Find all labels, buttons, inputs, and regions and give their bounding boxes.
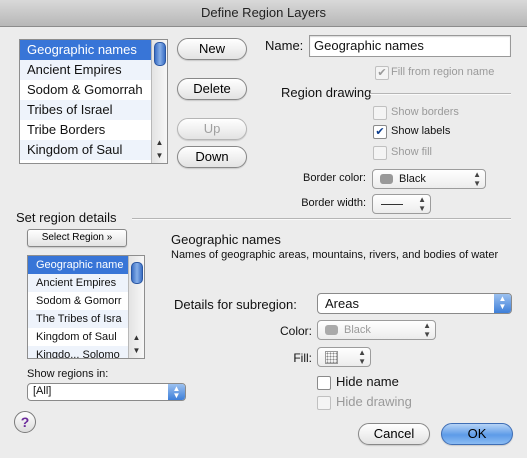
updown-arrows-icon: ▲ ▼ — [423, 321, 431, 339]
subregion-label: Details for subregion: — [174, 297, 297, 312]
updown-arrows-icon: ▲ ▼ — [418, 195, 426, 213]
region-info-description: Names of geographic areas, mountains, ri… — [171, 249, 499, 261]
layers-list[interactable]: Geographic names Ancient Empires Sodom & G… — [19, 39, 168, 164]
border-width-popup[interactable]: ▲ ▼ — [372, 194, 431, 214]
region-list-item[interactable]: Kingdom of Saul — [28, 328, 144, 346]
cancel-button[interactable]: Cancel — [358, 423, 430, 445]
layer-list-item[interactable]: Ancient Empires — [20, 60, 167, 80]
region-drawing-separator — [370, 93, 511, 95]
scroll-down-arrow-icon[interactable]: ▼ — [152, 150, 167, 162]
region-details-separator — [132, 218, 511, 220]
color-label: Color: — [279, 324, 312, 338]
hide-name-label: Hide name — [336, 374, 399, 389]
region-info-title: Geographic names — [171, 232, 281, 247]
name-label: Name: — [265, 38, 304, 53]
updown-arrows-icon: ▲ ▼ — [473, 170, 481, 188]
window-title: Define Region Layers — [200, 5, 327, 20]
subregion-value: Areas — [325, 296, 359, 311]
up-button[interactable]: Up — [177, 118, 247, 140]
layer-list-item[interactable]: Tribes of Israel — [20, 100, 167, 120]
regions-scroll-thumb[interactable] — [131, 262, 143, 284]
fill-pattern-icon — [325, 351, 338, 364]
show-fill-checkbox[interactable] — [373, 146, 387, 160]
border-width-label: Border width: — [301, 197, 366, 209]
show-regions-in-value: [All] — [33, 385, 52, 397]
region-list-item[interactable]: Sodom & Gomorr — [28, 292, 144, 310]
show-borders-checkbox[interactable] — [373, 106, 387, 120]
border-color-label: Border color: — [303, 172, 366, 184]
regions-list[interactable]: Geographic name Ancient Empires Sodom & Go… — [27, 255, 145, 359]
region-details-heading: Set region details — [16, 210, 117, 225]
down-button[interactable]: Down — [177, 146, 247, 168]
hide-drawing-label: Hide drawing — [336, 394, 412, 409]
layer-list-item[interactable]: Sodom & Gomorrah — [20, 80, 167, 100]
layers-list-scrollbar[interactable]: ▲ ▼ — [151, 40, 167, 163]
region-list-item[interactable]: Kingdo... Solomo — [28, 346, 144, 358]
line-width-icon — [381, 204, 403, 205]
layer-list-item[interactable]: Geographic names — [20, 40, 167, 60]
color-swatch-icon — [380, 174, 393, 184]
show-labels-label: Show labels — [391, 125, 451, 137]
fill-label: Fill: — [293, 351, 312, 365]
fill-popup[interactable]: ▲ ▼ — [317, 347, 371, 367]
scroll-up-arrow-icon[interactable]: ▲ — [152, 137, 167, 149]
delete-button[interactable]: Delete — [177, 78, 247, 100]
border-color-value: Black — [399, 173, 426, 185]
color-swatch-icon — [325, 325, 338, 335]
help-button[interactable]: ? — [14, 411, 36, 433]
regions-list-scrollbar[interactable]: ▲ ▼ — [128, 256, 144, 358]
ok-button[interactable]: OK — [441, 423, 513, 445]
fill-from-region-checkbox[interactable]: ✔ — [375, 66, 389, 80]
name-field[interactable]: Geographic names — [309, 35, 511, 57]
show-borders-label: Show borders — [391, 106, 459, 118]
hide-drawing-checkbox[interactable] — [317, 396, 331, 410]
region-list-item[interactable]: Geographic name — [28, 256, 144, 274]
hide-name-checkbox[interactable] — [317, 376, 331, 390]
border-color-popup[interactable]: Black ▲ ▼ — [372, 169, 486, 189]
layer-list-item[interactable]: Tribe Borders — [20, 120, 167, 140]
region-list-item[interactable]: Ancient Empires — [28, 274, 144, 292]
scroll-up-arrow-icon[interactable]: ▲ — [129, 332, 144, 344]
select-region-button[interactable]: Select Region » — [27, 229, 127, 247]
updown-arrows-icon: ▲ ▼ — [494, 294, 511, 313]
scroll-down-arrow-icon[interactable]: ▼ — [129, 345, 144, 357]
show-regions-in-label: Show regions in: — [27, 368, 109, 380]
window-titlebar: Define Region Layers — [0, 0, 527, 27]
show-labels-checkbox[interactable]: ✔ — [373, 125, 387, 139]
color-popup[interactable]: Black ▲ ▼ — [317, 320, 436, 340]
subregion-popup[interactable]: Areas ▲ ▼ — [317, 293, 512, 314]
updown-arrows-icon: ▲ ▼ — [358, 348, 366, 366]
color-value: Black — [344, 324, 371, 336]
show-regions-in-popup[interactable]: [All] ▲ ▼ — [27, 383, 186, 401]
new-button[interactable]: New — [177, 38, 247, 60]
region-drawing-heading: Region drawing — [281, 85, 372, 100]
layers-scroll-thumb[interactable] — [154, 42, 166, 66]
fill-from-region-label: Fill from region name — [391, 66, 495, 78]
show-fill-label: Show fill — [391, 146, 432, 158]
region-list-item[interactable]: The Tribes of Isra — [28, 310, 144, 328]
layer-list-item[interactable]: Kingdom of Saul — [20, 140, 167, 160]
updown-arrows-icon: ▲ ▼ — [168, 384, 185, 400]
